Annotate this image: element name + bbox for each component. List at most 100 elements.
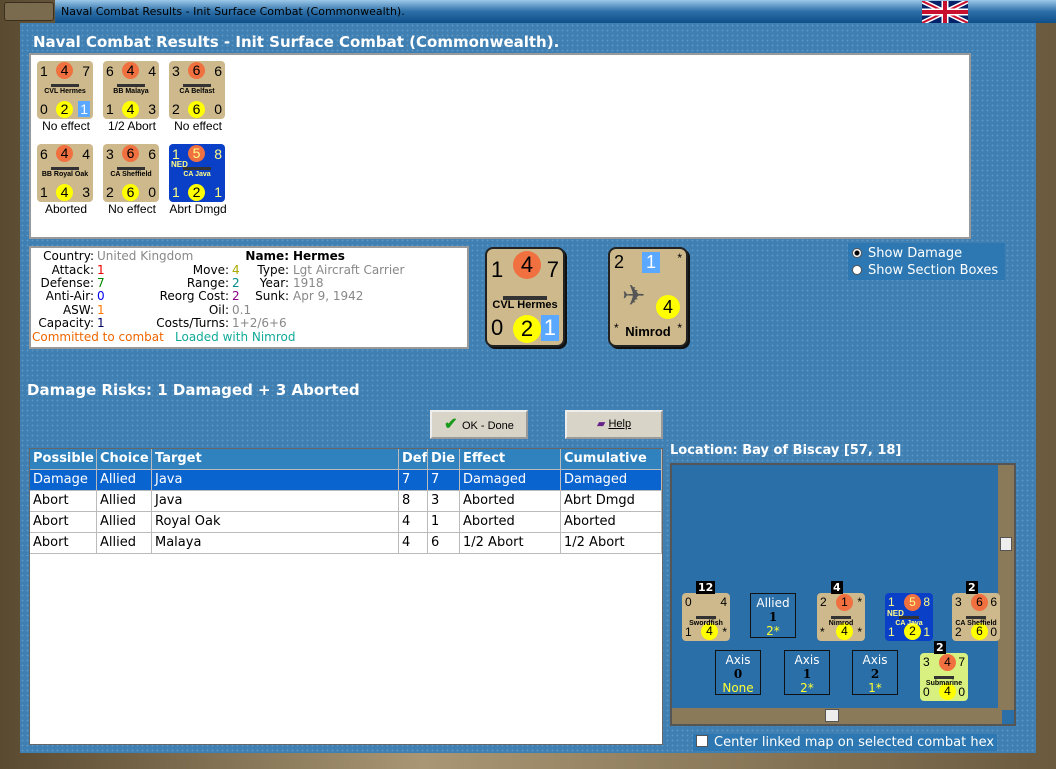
unit-result[interactable]: 6 4 4 1 4 3 BB Royal Oak Aborted [33, 144, 99, 216]
unit-silhouette-icon [117, 167, 145, 170]
table-cell: Abort [30, 512, 97, 532]
map-counter-nimrod[interactable]: 2 1 * * 4 * Nimrod 4 [817, 581, 865, 641]
table-cell: 6 [428, 533, 460, 553]
unit-counter[interactable]: 6 4 4 1 4 3 BB Royal Oak [37, 144, 93, 202]
checkbox-icon [696, 735, 708, 747]
unit-result[interactable]: 1 4 7 0 2 1 CVL Hermes No effect [33, 61, 99, 133]
unit-counter[interactable]: 0 4 1 4 * Swordfish [682, 593, 730, 641]
unit-counter[interactable]: 3 6 6 2 6 0 CA Sheffield [952, 593, 1000, 641]
counter-name: CA Belfast [179, 88, 215, 95]
counter-value: 5 [188, 145, 205, 162]
counter-value: 6 [990, 595, 997, 609]
combat-section-box[interactable]: Allied 1 2* [750, 593, 796, 638]
unit-counter[interactable]: 1 5 8 1 2 1 CA Java NED [169, 144, 225, 202]
map-counter-sheffield[interactable]: 3 6 6 2 6 0 CA Sheffield 2 [952, 581, 1000, 641]
counter-value: 7 [958, 655, 965, 669]
vertical-scrollbar[interactable] [998, 465, 1014, 710]
map-counter-swordfish[interactable]: 0 4 1 4 * Swordfish 12 [682, 581, 730, 641]
reorg-label: Reorg Cost: [159, 289, 229, 303]
book-icon: ▰ [596, 418, 609, 430]
defense-circle: 2 [513, 315, 541, 343]
scroll-thumb[interactable] [825, 709, 839, 722]
table-header: Possible Choice Target Def Die Effect Cumulati… [30, 449, 662, 470]
counter-value: 3 [82, 184, 90, 200]
title-bar: Naval Combat Results - Init Surface Comb… [55, 0, 1056, 23]
location-label: Location: Bay of Biscay [57, 18] [670, 443, 902, 458]
table-cell: Damage [30, 470, 97, 490]
counter-value: 0 [214, 101, 222, 117]
anti-air-value: 0 [97, 289, 105, 303]
counter-value: 7 [82, 63, 90, 79]
table-cell: 7 [428, 470, 460, 490]
counter-value: 6 [214, 63, 222, 79]
center-map-checkbox[interactable]: Center linked map on selected combat hex [693, 734, 998, 751]
unit-counter[interactable]: 6 4 4 1 4 3 BB Malaya [103, 61, 159, 119]
unit-counter[interactable]: 2 1 * * 4 * Nimrod [817, 593, 865, 641]
counter-value: 5 [904, 594, 921, 611]
combat-map[interactable]: 0 4 1 4 * Swordfish 12 2 1 * * 4 * Nimrod 4 1 5 8 1 2 1 CA Ja… [670, 463, 1016, 726]
table-row[interactable]: Abort Allied Malaya 4 6 1/2 Abort 1/2 Abort [30, 533, 662, 554]
button-label: OK - Done [461, 420, 514, 432]
column-header[interactable]: Choice [97, 449, 152, 469]
combat-section-box[interactable]: Axis 1 2* [784, 650, 830, 695]
scroll-thumb[interactable] [1000, 537, 1012, 551]
map-counter-submarine[interactable]: 3 4 7 0 4 0 Submarine 2 [920, 641, 968, 701]
help-button[interactable]: ▰ Help [565, 410, 663, 439]
combat-section-box[interactable]: Axis 2 1* [852, 650, 898, 695]
section-side: Axis [794, 653, 820, 667]
radio-label: Show Damage [868, 246, 963, 261]
counter-name: Nimrod [828, 620, 854, 627]
counter-value: 0 [958, 685, 965, 699]
unit-counter[interactable]: 3 6 6 2 6 0 CA Belfast [169, 61, 225, 119]
show-section-boxes-radio[interactable]: Show Section Boxes [852, 262, 1001, 279]
unit-counter[interactable]: 3 6 6 2 6 0 CA Sheffield [103, 144, 159, 202]
show-damage-radio[interactable]: Show Damage [852, 245, 1001, 262]
table-row[interactable]: Abort Allied Java 8 3 Aborted Abrt Dmgd [30, 491, 662, 512]
combat-section-box[interactable]: Axis 0 None [715, 650, 761, 695]
map-counter-java[interactable]: 1 5 8 1 2 1 CA Java NED [885, 593, 933, 641]
column-header[interactable]: Def [399, 449, 428, 469]
column-header[interactable]: Target [152, 449, 399, 469]
table-cell: 1 [428, 512, 460, 532]
counter-value: 2 [56, 101, 73, 118]
radio-label: Show Section Boxes [868, 263, 999, 278]
counter-name: CA Java [183, 171, 211, 178]
table-cell: 3 [428, 491, 460, 511]
table-row[interactable]: Damage Allied Java 7 7 Damaged Damaged [30, 470, 662, 491]
counter-value: 1 [888, 625, 895, 639]
radio-icon [852, 265, 862, 275]
unit-silhouette-icon [831, 616, 851, 619]
sunk-label: Sunk: [255, 289, 289, 303]
column-header[interactable]: Possible [30, 449, 97, 469]
counter-value: 4 [122, 101, 139, 118]
selected-aircraft-counter[interactable]: 2 1 * ✈ 4 * Nimrod * [608, 247, 688, 347]
horizontal-scrollbar[interactable] [672, 708, 1002, 724]
counter-name: Submarine [925, 680, 963, 687]
selected-ship-counter[interactable]: 1 4 7 CVL Hermes 0 2 1 [485, 247, 565, 347]
unit-result[interactable]: 1 5 8 1 2 1 CA Java NED Abrt Dmgd [165, 144, 231, 216]
counter-value: 4 [56, 184, 73, 201]
section-number: 1 [768, 610, 778, 624]
system-menu-button[interactable] [4, 2, 54, 21]
unit-result[interactable]: 3 6 6 2 6 0 CA Sheffield No effect [99, 144, 165, 216]
column-header[interactable]: Cumulative [561, 449, 662, 469]
button-label: Help [608, 418, 632, 430]
counter-name: Nimrod [625, 324, 671, 339]
counter-value: 1 [642, 252, 661, 273]
counter-value: 4 [939, 654, 956, 671]
unit-result[interactable]: 3 6 6 2 6 0 CA Belfast No effect [165, 61, 231, 133]
table-row[interactable]: Abort Allied Royal Oak 4 1 Aborted Aborted [30, 512, 662, 533]
ok-done-button[interactable]: ✔ OK - Done [430, 410, 528, 439]
unit-counter[interactable]: 1 5 8 1 2 1 CA Java NED [885, 593, 933, 641]
page-title: Naval Combat Results - Init Surface Comb… [33, 33, 560, 51]
table-cell: Aborted [460, 491, 561, 511]
counter-value: 1 [40, 184, 48, 200]
stack-count: 4 [831, 581, 843, 594]
table-cell: Java [152, 470, 399, 490]
table-cell: 7 [399, 470, 428, 490]
column-header[interactable]: Effect [460, 449, 561, 469]
column-header[interactable]: Die [428, 449, 460, 469]
unit-counter[interactable]: 1 4 7 0 2 1 CVL Hermes [37, 61, 93, 119]
unit-result[interactable]: 6 4 4 1 4 3 BB Malaya 1/2 Abort [99, 61, 165, 133]
unit-counter[interactable]: 3 4 7 0 4 0 Submarine [920, 653, 968, 701]
